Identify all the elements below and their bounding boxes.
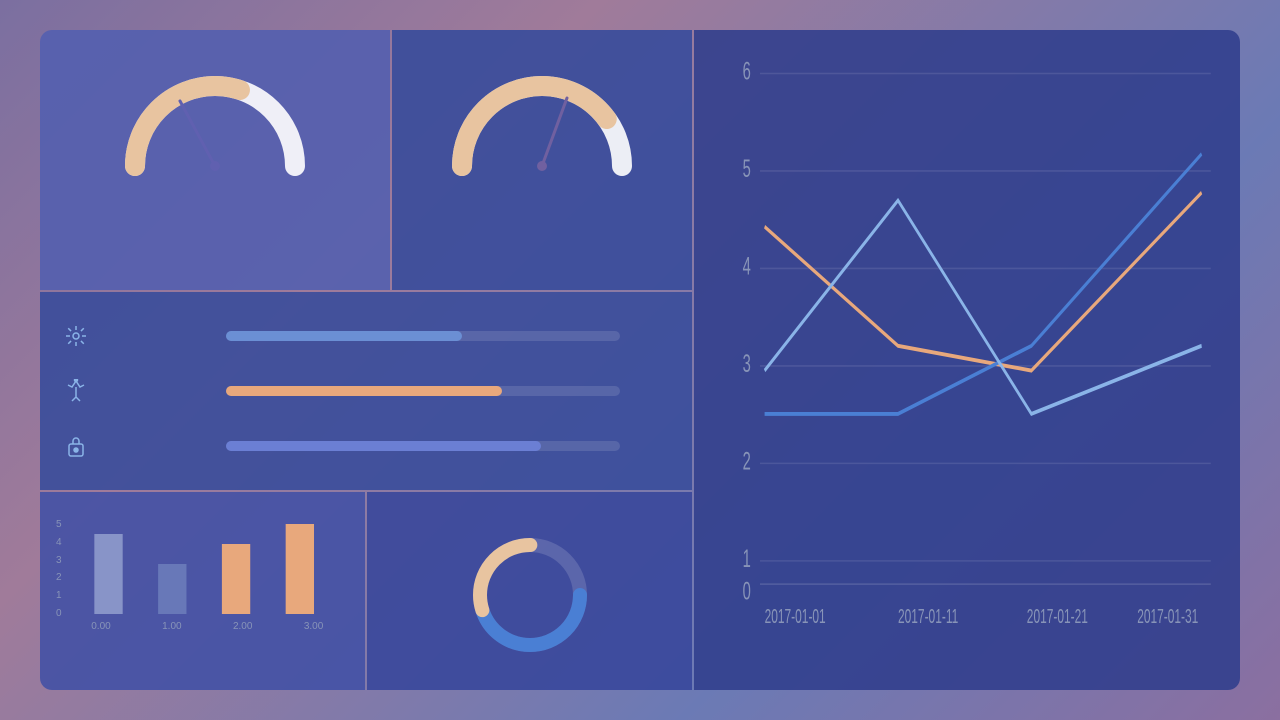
technology-icon (60, 320, 92, 352)
navigation-card (367, 492, 692, 690)
svg-text:3: 3 (743, 351, 751, 378)
aesthetics-card: 012345 0.001.002.003.00 (40, 492, 365, 690)
svg-text:2: 2 (743, 449, 751, 476)
accessibility-bar (226, 386, 502, 396)
security-icon (60, 430, 92, 462)
activities-chart: 6 5 4 3 2 1 0 2017-01-01 2017-01-11 2017… (714, 58, 1220, 646)
svg-text:2017-01-11: 2017-01-11 (898, 605, 958, 628)
technology-bar-bg (226, 331, 620, 341)
donut-svg (465, 530, 595, 660)
metrics-card (40, 292, 692, 490)
bottom-left-section: 012345 0.001.002.003.00 (40, 292, 692, 690)
svg-text:0: 0 (743, 579, 751, 606)
svg-text:2017-01-01: 2017-01-01 (765, 605, 826, 628)
metric-security (60, 430, 672, 462)
your-business-gauge (56, 56, 374, 166)
technology-bar (226, 331, 462, 341)
gauge-svg-business (115, 56, 315, 176)
metric-accessibility (60, 375, 672, 407)
line-chart-svg: 6 5 4 3 2 1 0 2017-01-01 2017-01-11 2017… (714, 58, 1220, 646)
your-business-card (40, 30, 390, 290)
security-bar (226, 441, 541, 451)
svg-text:2017-01-31: 2017-01-31 (1137, 605, 1198, 628)
accessibility-icon (60, 375, 92, 407)
industry-gauge (408, 56, 676, 166)
accessibility-bar-bg (226, 386, 620, 396)
svg-text:4: 4 (743, 254, 751, 281)
latest-activities-card: 6 5 4 3 2 1 0 2017-01-01 2017-01-11 2017… (694, 30, 1240, 690)
svg-text:6: 6 (743, 59, 751, 86)
svg-text:1: 1 (743, 546, 751, 573)
industry-average-card (392, 30, 692, 290)
metric-technology (60, 320, 672, 352)
gauge-svg-industry (442, 56, 642, 176)
navigation-donut (465, 514, 595, 676)
svg-text:5: 5 (743, 156, 751, 183)
aesthetics-chart: 012345 0.001.002.003.00 (56, 514, 349, 644)
svg-text:2017-01-21: 2017-01-21 (1027, 605, 1088, 628)
security-bar-bg (226, 441, 620, 451)
